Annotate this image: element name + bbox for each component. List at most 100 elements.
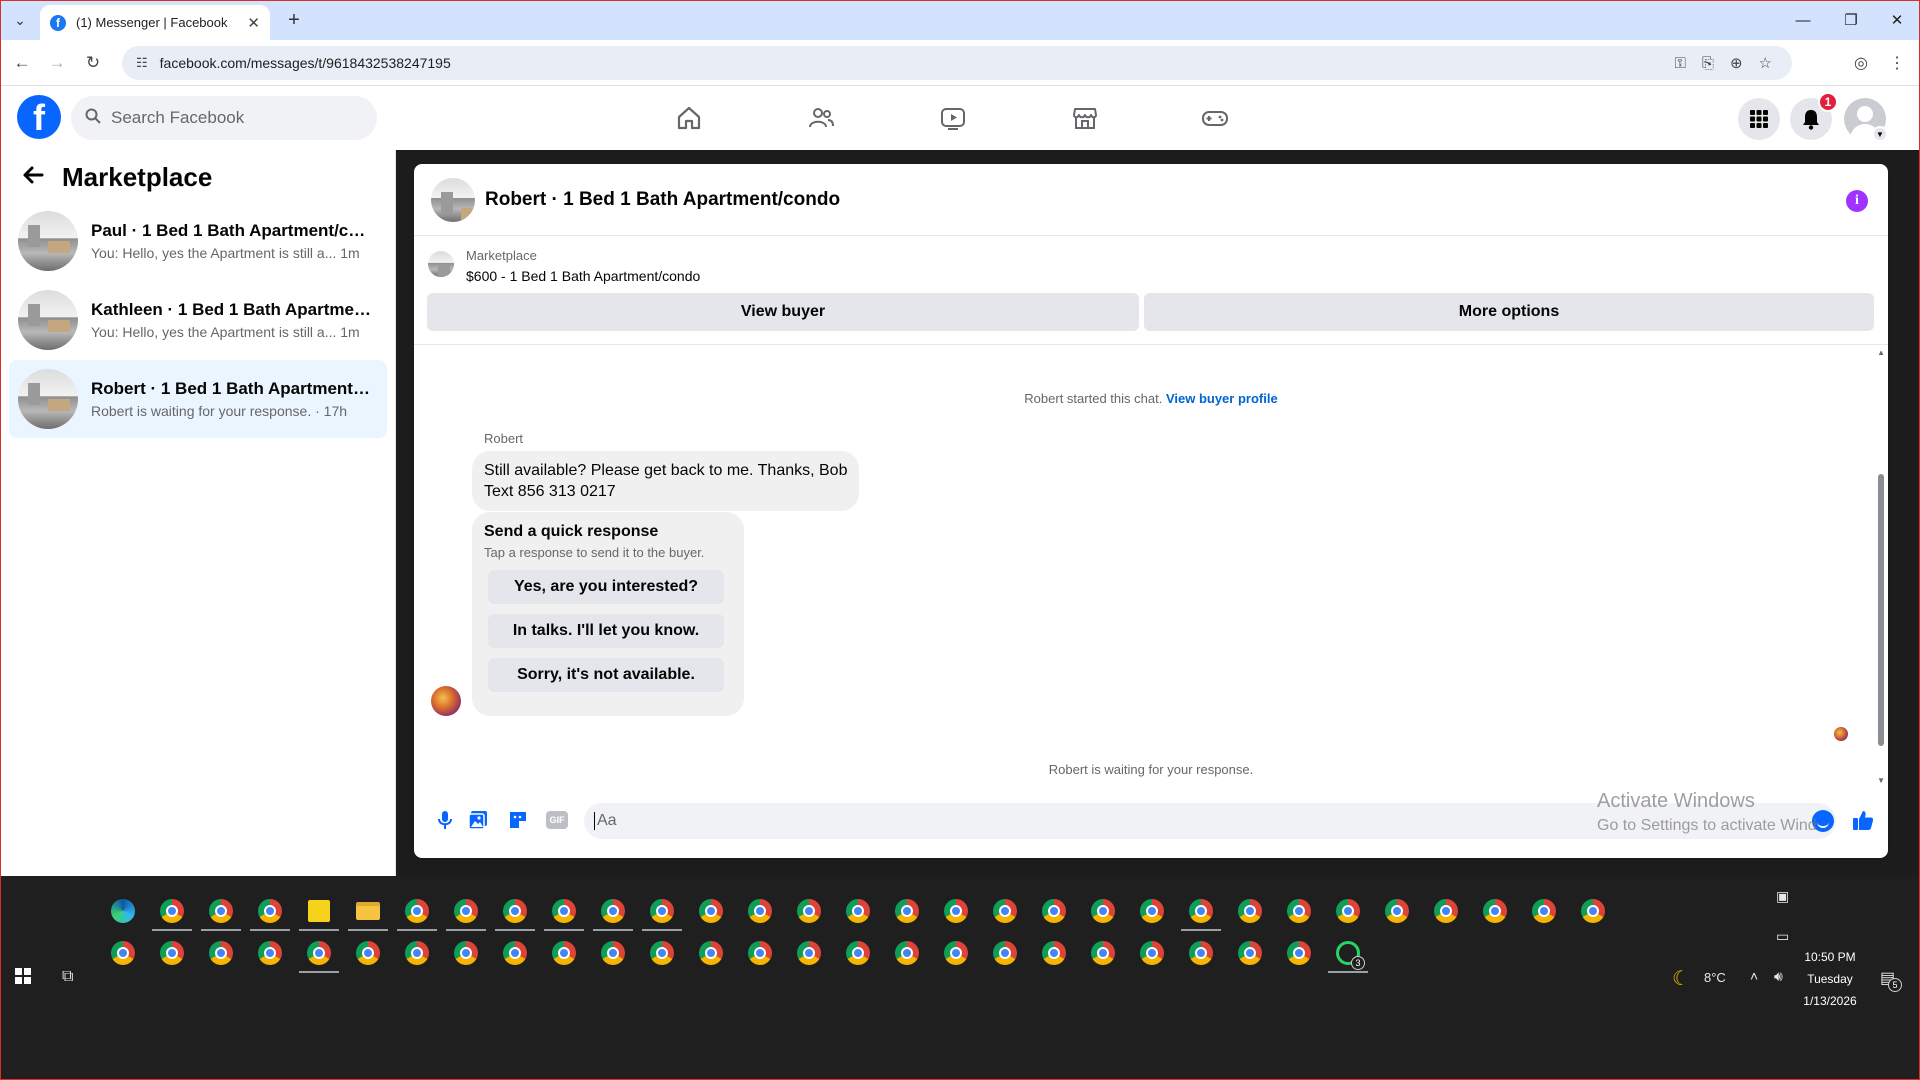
forward-arrow-icon[interactable]: → xyxy=(44,50,70,76)
taskbar-app[interactable] xyxy=(353,896,383,926)
listing-price-title[interactable]: $600 - 1 Bed 1 Bath Apartment/condo xyxy=(466,268,700,284)
taskbar-chrome-window[interactable] xyxy=(843,938,873,968)
nav-marketplace[interactable] xyxy=(1030,94,1140,142)
taskbar-chrome-window[interactable] xyxy=(892,896,922,926)
taskbar-chrome-window[interactable] xyxy=(1137,938,1167,968)
conversation-item[interactable]: Kathleen · 1 Bed 1 Bath Apartment... You… xyxy=(9,281,387,359)
taskbar-chrome-window[interactable] xyxy=(402,938,432,968)
taskbar-chrome-window[interactable] xyxy=(794,938,824,968)
photo-icon[interactable] xyxy=(465,807,491,833)
quick-response-not-available-button[interactable]: Sorry, it's not available. xyxy=(488,658,724,692)
taskbar-chrome-window[interactable] xyxy=(353,938,383,968)
nav-gaming[interactable] xyxy=(1160,94,1270,142)
taskbar-chrome-window[interactable] xyxy=(647,938,677,968)
taskbar-chrome-window[interactable] xyxy=(1235,938,1265,968)
notifications-button[interactable]: 1 xyxy=(1790,92,1838,140)
conversation-item[interactable]: Paul · 1 Bed 1 Bath Apartment/con... You… xyxy=(9,202,387,280)
buyer-avatar[interactable] xyxy=(431,686,461,716)
like-thumbs-up-icon[interactable] xyxy=(1850,807,1876,833)
taskbar-chrome-window[interactable] xyxy=(1039,896,1069,926)
window-close-icon[interactable]: ✕ xyxy=(1874,0,1920,40)
info-icon[interactable]: i xyxy=(1846,190,1868,212)
taskbar-chrome-window[interactable] xyxy=(745,938,775,968)
taskbar-chrome-window[interactable] xyxy=(1186,896,1216,926)
nav-friends[interactable] xyxy=(766,94,876,142)
taskbar-chrome-window[interactable] xyxy=(255,938,285,968)
taskbar-chrome-window[interactable] xyxy=(794,896,824,926)
taskbar-chrome-window[interactable] xyxy=(1137,896,1167,926)
tab-close-icon[interactable]: ✕ xyxy=(247,14,260,32)
task-view-icon[interactable]: ⧉ xyxy=(62,968,73,986)
gif-icon[interactable]: GIF xyxy=(544,807,570,833)
nav-video[interactable] xyxy=(898,94,1008,142)
taskbar-chrome-window[interactable] xyxy=(1284,938,1314,968)
conversation-item-active[interactable]: Robert · 1 Bed 1 Bath Apartment/c... Rob… xyxy=(9,360,387,438)
taskbar-chrome-window[interactable] xyxy=(500,896,530,926)
sticker-icon[interactable] xyxy=(505,807,531,833)
bookmark-star-icon[interactable]: ☆ xyxy=(1759,54,1772,72)
taskbar-chrome-window[interactable] xyxy=(1431,896,1461,926)
minimize-icon[interactable]: — xyxy=(1780,0,1826,40)
taskbar-chrome-window[interactable] xyxy=(647,896,677,926)
taskbar-chrome-window[interactable] xyxy=(206,896,236,926)
install-app-icon[interactable]: ⎘ xyxy=(1702,55,1714,72)
browser-tab-messenger[interactable]: f (1) Messenger | Facebook ✕ xyxy=(40,5,270,40)
menu-button[interactable] xyxy=(1738,98,1780,140)
nav-home[interactable] xyxy=(634,94,744,142)
view-buyer-profile-link[interactable]: View buyer profile xyxy=(1166,391,1278,406)
taskbar-app[interactable] xyxy=(108,896,138,926)
taskbar-chrome-window[interactable] xyxy=(500,938,530,968)
taskbar-chrome-window[interactable] xyxy=(1186,938,1216,968)
taskbar-chrome-window[interactable] xyxy=(990,896,1020,926)
taskbar-chrome-window[interactable] xyxy=(696,938,726,968)
taskbar-chrome-window[interactable] xyxy=(1529,896,1559,926)
back-arrow-icon[interactable] xyxy=(22,164,44,192)
chrome-menu-icon[interactable]: ⋮ xyxy=(1884,50,1910,76)
scroll-up-icon[interactable]: ▲ xyxy=(1877,348,1885,357)
taskbar-chrome-window[interactable] xyxy=(1088,938,1118,968)
scroll-down-icon[interactable]: ▼ xyxy=(1877,776,1885,785)
taskbar-chrome-window[interactable] xyxy=(1333,896,1363,926)
taskbar-chrome-window[interactable] xyxy=(157,938,187,968)
display-icon[interactable]: ▭ xyxy=(1776,928,1789,945)
weather-moon-icon[interactable]: ☾ xyxy=(1672,966,1690,991)
address-bar[interactable]: ☷ facebook.com/messages/t/96184325382471… xyxy=(122,46,1792,80)
password-key-icon[interactable]: ⚿ xyxy=(1675,55,1686,72)
quick-response-yes-button[interactable]: Yes, are you interested? xyxy=(488,570,724,604)
facebook-logo[interactable]: f xyxy=(17,95,61,139)
taskbar-chrome-window[interactable] xyxy=(549,896,579,926)
taskbar-chrome-window[interactable] xyxy=(1480,896,1510,926)
back-arrow-icon[interactable]: ← xyxy=(9,50,35,76)
taskbar-chrome-window[interactable] xyxy=(892,938,922,968)
weather-temperature[interactable]: 8°C xyxy=(1704,970,1726,985)
taskbar-chrome-window[interactable] xyxy=(696,896,726,926)
taskbar-chrome-window[interactable] xyxy=(1382,896,1412,926)
taskbar-chrome-window[interactable] xyxy=(598,896,628,926)
taskbar-chrome-window[interactable] xyxy=(255,896,285,926)
taskbar-chrome-window[interactable] xyxy=(1039,938,1069,968)
taskbar-chrome-window[interactable] xyxy=(1284,896,1314,926)
chat-listing-thumbnail[interactable] xyxy=(431,177,475,222)
profile-icon[interactable]: ◎ xyxy=(1848,50,1874,76)
meet-now-icon[interactable]: ▣ xyxy=(1776,888,1789,905)
taskbar-chrome-window[interactable] xyxy=(598,938,628,968)
volume-icon[interactable]: 🔊︎ xyxy=(1774,968,1783,985)
tab-search-dropdown-icon[interactable]: ⌄ xyxy=(8,8,32,32)
zoom-icon[interactable]: ⊕ xyxy=(1730,54,1743,72)
taskbar-chrome-window[interactable] xyxy=(304,938,334,968)
taskbar-chrome-window[interactable] xyxy=(941,938,971,968)
site-info-icon[interactable]: ☷ xyxy=(136,55,148,71)
show-hidden-icons-icon[interactable]: ˄ xyxy=(1750,968,1758,984)
taskbar-chrome-window[interactable] xyxy=(843,896,873,926)
taskbar-chrome-window[interactable] xyxy=(157,896,187,926)
taskbar-clock[interactable]: 10:50 PM Tuesday 1/13/2026 xyxy=(1800,946,1860,1012)
quick-response-in-talks-button[interactable]: In talks. I'll let you know. xyxy=(488,614,724,648)
taskbar-chrome-window[interactable] xyxy=(206,938,236,968)
taskbar-chrome-window[interactable] xyxy=(451,896,481,926)
taskbar-chrome-window[interactable] xyxy=(451,938,481,968)
taskbar-chrome-window[interactable] xyxy=(1235,896,1265,926)
search-facebook-input[interactable]: Search Facebook xyxy=(71,96,377,140)
taskbar-chrome-window[interactable] xyxy=(745,896,775,926)
taskbar-chrome-window[interactable] xyxy=(941,896,971,926)
taskbar-chrome-window[interactable] xyxy=(402,896,432,926)
